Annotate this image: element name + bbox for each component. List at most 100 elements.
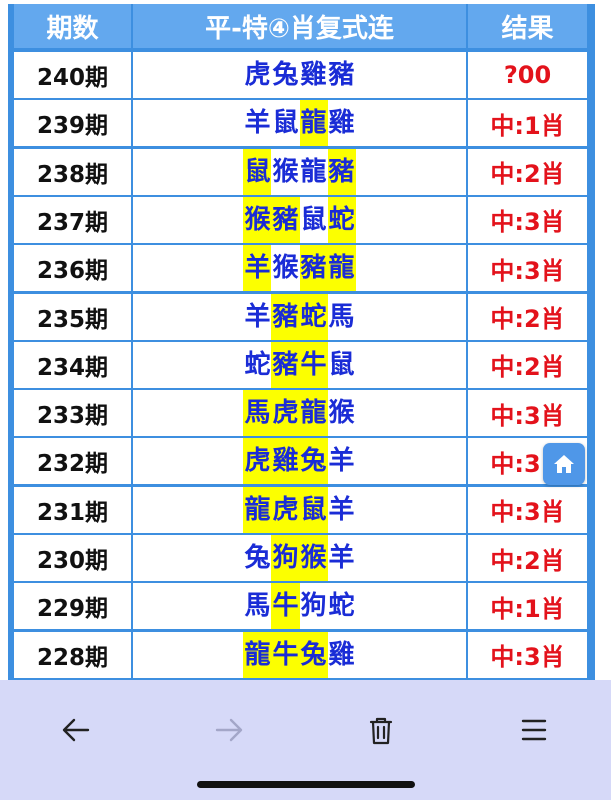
menu-icon [521,719,547,741]
row-result: 中:2肖 [468,293,587,340]
row-period: 229期 [14,583,131,630]
zodiac-char-hit: 蛇 [299,293,328,340]
row-result: 中:1肖 [468,583,587,630]
table-header: 期数 平-特④肖复式连 结果 [8,4,595,48]
zodiac-char: 雞 [300,60,327,90]
zodiac-char-hit: 兔 [299,631,328,678]
row-result: 中:3肖 [468,390,587,437]
zodiac-char-hit: 龍 [327,245,356,292]
row-period: 238期 [14,148,131,195]
zodiac-char-hit: 龍 [243,486,272,533]
zodiac-char-hit: 猴 [243,196,272,243]
row-zodiac-group: 兔狗猴羊 [133,535,466,581]
zodiac-char-hit: 牛 [271,583,300,630]
zodiac-char-hit: 兔 [299,438,328,485]
zodiac-char-hit: 牛 [299,341,328,388]
zodiac-char-hit: 蛇 [327,196,356,243]
table-row: 230期兔狗猴羊中:2肖 [8,535,595,581]
table-row: 237期猴豬鼠蛇中:3肖 [8,196,595,243]
zodiac-char: 雞 [328,639,355,670]
zodiac-char: 兔 [244,543,271,573]
row-zodiac-group: 虎兔雞豬 [133,52,466,98]
row-result: 中:1肖 [468,100,587,147]
table-row: 234期蛇豬牛鼠中:2肖 [8,341,595,388]
row-zodiac-group: 羊豬蛇馬 [133,293,466,340]
row-zodiac-group: 猴豬鼠蛇 [133,196,466,243]
zodiac-char-hit: 豬 [271,341,300,388]
zodiac-char-hit: 雞 [271,438,300,485]
row-zodiac-group: 羊鼠龍雞 [133,100,466,147]
row-period: 230期 [14,535,131,581]
table-row: 228期龍牛兔雞中:3肖 [8,631,595,678]
zodiac-char: 羊 [328,543,355,573]
zodiac-char: 馬 [328,301,355,332]
zodiac-char-hit: 鼠 [299,486,328,533]
header-result: 结果 [468,4,587,48]
row-zodiac-group: 鼠猴龍豬 [133,148,466,195]
zodiac-char-hit: 豬 [271,196,300,243]
row-result: 中:3肖 [468,245,587,292]
trash-icon [369,717,393,745]
home-button[interactable] [543,443,585,485]
forward-button[interactable] [199,700,259,760]
zodiac-char: 羊 [328,494,355,525]
row-period: 237期 [14,196,131,243]
row-period: 234期 [14,341,131,388]
header-zodiac: 平-特④肖复式连 [133,4,466,48]
row-zodiac-group: 虎雞兔羊 [133,438,466,485]
row-period: 233期 [14,390,131,437]
home-icon [554,455,574,473]
row-zodiac-group: 馬牛狗蛇 [133,583,466,630]
zodiac-char: 豬 [328,60,355,90]
row-result: ?00 [468,52,587,98]
zodiac-char-hit: 豬 [327,148,356,195]
zodiac-char-hit: 虎 [243,438,272,485]
row-zodiac-group: 龍虎鼠羊 [133,486,466,533]
row-period: 232期 [14,438,131,485]
table-row: 229期馬牛狗蛇中:1肖 [8,583,595,630]
zodiac-char: 馬 [244,591,271,622]
zodiac-char: 羊 [244,108,271,139]
zodiac-char: 雞 [328,108,355,139]
zodiac-char-hit: 豬 [299,245,328,292]
table-row: 240期虎兔雞豬 ?00 [8,52,595,98]
zodiac-char: 蛇 [244,349,271,380]
zodiac-char-hit: 猴 [299,535,328,581]
zodiac-char: 羊 [244,301,271,332]
table-row: 239期羊鼠龍雞中:1肖 [8,100,595,147]
zodiac-char: 羊 [328,446,355,477]
zodiac-char: 鼠 [272,108,299,139]
zodiac-char: 鼠 [300,204,327,235]
menu-button[interactable] [504,700,564,760]
table-row: 231期龍虎鼠羊中:3肖 [8,486,595,533]
zodiac-char-hit: 虎 [271,390,300,437]
zodiac-char-hit: 龍 [299,390,328,437]
home-indicator-bar[interactable] [197,781,415,788]
arrow-left-icon [62,718,90,742]
table-row: 233期馬虎龍猴中:3肖 [8,390,595,437]
zodiac-char-hit: 羊 [243,245,272,292]
zodiac-char-hit: 牛 [271,631,300,678]
row-period: 240期 [14,52,131,98]
row-zodiac-group: 蛇豬牛鼠 [133,341,466,388]
zodiac-char: 兔 [272,60,299,90]
zodiac-char-hit: 龍 [299,100,328,147]
delete-button[interactable] [351,700,411,760]
zodiac-char: 虎 [244,60,271,90]
zodiac-char-hit: 龍 [243,631,272,678]
row-result: 中:3肖 [468,486,587,533]
back-button[interactable] [46,700,106,760]
row-result: 中:3肖 [468,631,587,678]
row-period: 239期 [14,100,131,147]
row-zodiac-group: 羊猴豬龍 [133,245,466,292]
zodiac-char-hit: 豬 [271,293,300,340]
row-zodiac-group: 龍牛兔雞 [133,631,466,678]
zodiac-char: 蛇 [328,591,355,622]
zodiac-char: 猴 [272,253,299,284]
arrow-right-icon [215,718,243,742]
zodiac-char: 鼠 [328,349,355,380]
zodiac-char: 猴 [272,156,299,187]
zodiac-char-hit: 鼠 [243,148,272,195]
zodiac-char-hit: 馬 [243,390,272,437]
table-row: 236期羊猴豬龍中:3肖 [8,245,595,292]
